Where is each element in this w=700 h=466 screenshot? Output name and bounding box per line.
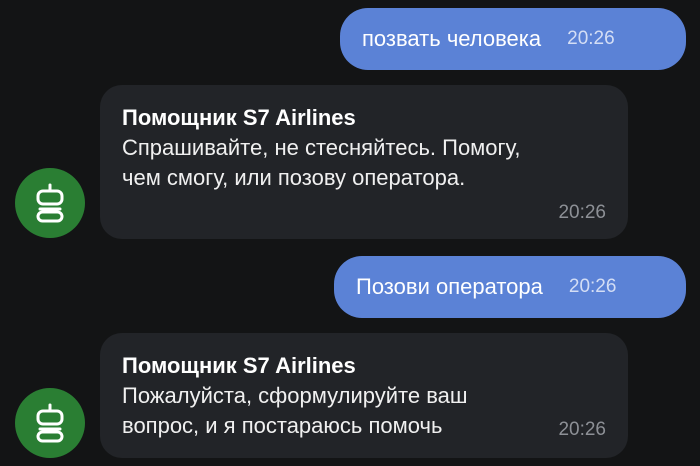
outgoing-message[interactable]: позвать человека 20:26 xyxy=(340,8,686,70)
outgoing-message[interactable]: Позови оператора 20:26 xyxy=(334,256,686,318)
incoming-message[interactable]: Помощник S7 Airlines Пожалуйста, сформул… xyxy=(100,333,628,458)
message-text: Позови оператора xyxy=(356,274,543,299)
bot-avatar[interactable] xyxy=(15,168,85,238)
sender-name: Помощник S7 Airlines xyxy=(122,353,356,378)
message-text: позвать человека xyxy=(362,26,542,51)
message-text: Пожалуйста, сформулируйте ваш вопрос, и … xyxy=(122,383,468,438)
message-text: Спрашивайте, не стесняйтесь. Помогу, чем… xyxy=(122,135,521,190)
incoming-message[interactable]: Помощник S7 Airlines Спрашивайте, не сте… xyxy=(100,85,628,239)
message-time: 20:26 xyxy=(558,419,606,440)
bot-avatar[interactable] xyxy=(15,388,85,458)
robot-icon xyxy=(36,403,64,443)
message-time: 20:26 xyxy=(558,202,606,223)
message-time: 20:26 xyxy=(567,28,615,49)
robot-icon xyxy=(36,183,64,223)
sender-name: Помощник S7 Airlines xyxy=(122,105,356,130)
chat-view: позвать человека 20:26 Помощник S7 Airli… xyxy=(0,0,700,466)
message-time: 20:26 xyxy=(568,276,617,297)
